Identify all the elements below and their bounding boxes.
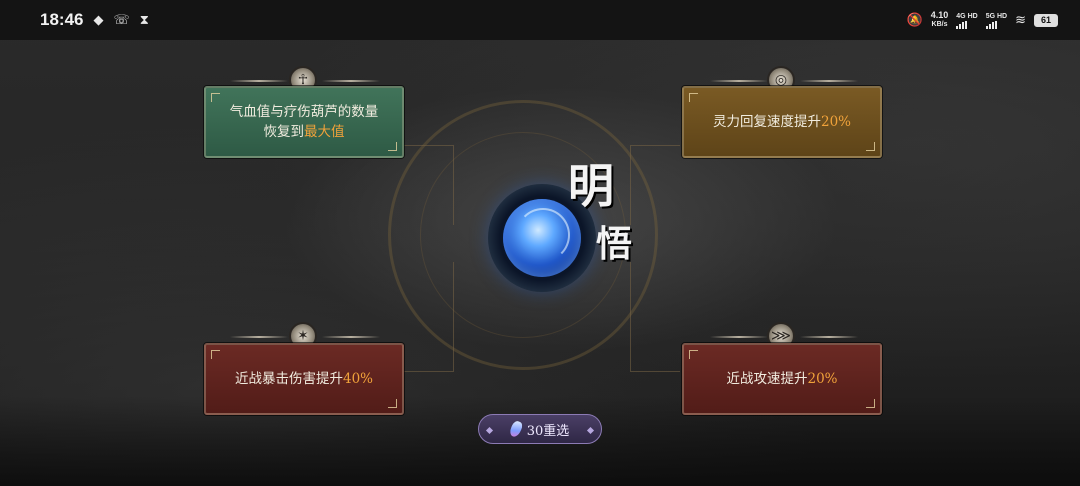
card-ornament (322, 80, 380, 82)
card-text: 气血值与疗伤葫芦的数量 恢复到最大值 (230, 102, 379, 142)
connector-top-left (404, 145, 454, 225)
signal-bars-icon (956, 20, 968, 29)
layers-icon: ◆ (93, 12, 104, 27)
card-text-prefix: 灵力回复速度提升 (712, 114, 821, 130)
card-ornament (230, 336, 288, 338)
network-2-label: 5G HD (985, 12, 1008, 20)
card-ornament (230, 80, 288, 82)
network-2: 5G HD (985, 12, 1008, 29)
connector-top-right (630, 145, 680, 225)
connector-bottom-left (404, 262, 454, 372)
status-bar-left: 18:46 ◆ ☏ ⧗ (40, 10, 149, 30)
speed-unit: KB/s (931, 21, 948, 28)
card-highlight: 20% (807, 371, 838, 387)
ornament-diamond (586, 426, 595, 435)
mute-bell-icon: 🔕 (906, 12, 923, 27)
ornament-diamond (485, 426, 494, 435)
signal-bars-icon (985, 20, 997, 29)
card-line-2: 恢复到最大值 (230, 122, 379, 142)
speed-value: 4.10 (930, 10, 949, 20)
network-speed: 4.10 KB/s (931, 11, 949, 29)
status-bar-right: 🔕 4.10 KB/s 4G HD 5G HD ≋ 61 (907, 11, 1058, 29)
network-1: 4G HD (956, 12, 978, 29)
battery-icon: 61 (1034, 13, 1058, 27)
card-ornament (710, 336, 768, 338)
title-char-2: 悟 (596, 223, 633, 265)
card-text: 灵力回复速度提升20% (713, 112, 851, 132)
card-melee-speed[interactable]: 近战攻速提升20% (682, 343, 882, 415)
clock: 18:46 (40, 10, 84, 29)
card-line-2-text: 恢复到 (263, 124, 305, 140)
hourglass-icon: ⧗ (139, 12, 149, 27)
card-ornament (322, 336, 380, 338)
card-ornament (800, 80, 858, 82)
card-spirit-regen[interactable]: 灵力回复速度提升20% (682, 86, 882, 158)
reroll-button[interactable]: 30重选 (478, 414, 602, 444)
card-ornament (800, 336, 858, 338)
card-melee-crit[interactable]: 近战暴击伤害提升40% (204, 343, 404, 415)
card-highlight: 最大值 (304, 124, 345, 140)
wifi-icon: ≋ (1015, 12, 1026, 27)
card-restore-health[interactable]: 气血值与疗伤葫芦的数量 恢复到最大值 (204, 86, 404, 158)
card-text-prefix: 近战攻速提升 (726, 371, 808, 387)
card-text: 近战暴击伤害提升40% (235, 369, 373, 389)
network-1-label: 4G HD (956, 12, 978, 20)
connector-bottom-right (630, 262, 680, 372)
yin-yang-icon (516, 208, 570, 262)
card-line-1: 气血值与疗伤葫芦的数量 (229, 104, 379, 120)
card-highlight: 40% (342, 371, 373, 387)
card-highlight: 20% (820, 114, 851, 130)
card-text: 近战攻速提升20% (726, 369, 837, 389)
crystal-icon (507, 419, 524, 439)
reroll-label: 30重选 (526, 423, 570, 439)
card-ornament (710, 80, 768, 82)
card-text-prefix: 近战暴击伤害提升 (234, 371, 343, 387)
title-char-1: 明 (568, 159, 614, 213)
status-bar: 18:46 ◆ ☏ ⧗ 🔕 4.10 KB/s 4G HD 5G HD ≋ 61 (0, 0, 1080, 40)
call-icon: ☏ (113, 12, 130, 27)
